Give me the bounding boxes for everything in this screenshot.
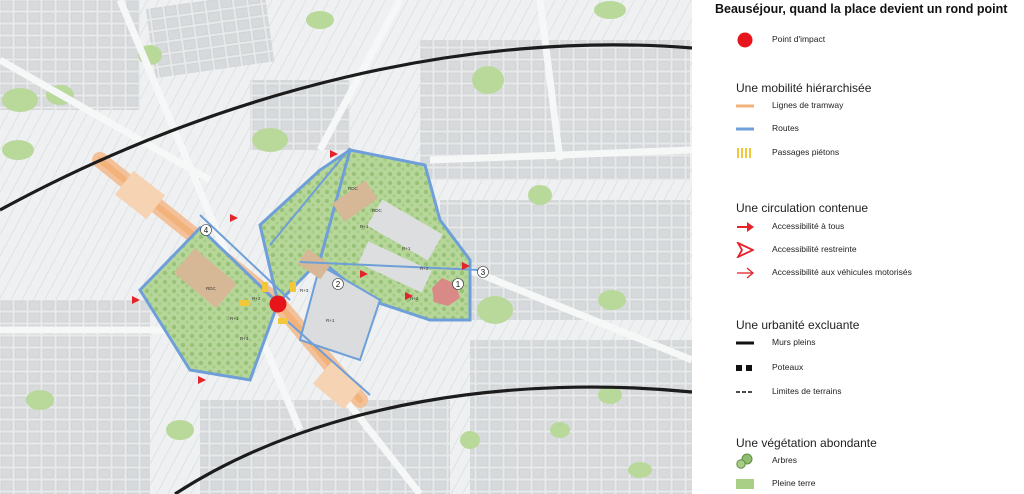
building-floor-label: R+3 [300,288,309,293]
legend-item-road: Routes [736,121,1016,137]
solid-wall-icon [736,341,754,345]
building-floor-label: R+1 [230,316,239,321]
legend-label-property-limit: Limites de terrains [772,386,842,396]
impact-point-marker[interactable] [269,295,287,313]
legend-label-road: Routes [772,123,799,133]
posts-icon [736,365,752,371]
legend-item-restricted-access: Accessibilité restreinte [736,242,1016,258]
block-number-label: 4 [204,226,209,235]
impact-point-icon [737,32,753,48]
legend-label-tram: Lignes de tramway [772,100,844,110]
building-floor-label: R+3 [240,336,249,341]
block-number-marker: 2 [332,278,344,290]
legend-item-open-ground: Pleine terre [736,476,1016,492]
building-floor-label: RDC [372,208,382,213]
building-floor-label: R+2 [252,296,261,301]
legend-label-posts: Poteaux [772,362,804,372]
legend-label-full-access: Accessibilité à tous [772,221,845,231]
legend-item-posts: Poteaux [736,360,1016,376]
restricted-access-arrow-icon [736,242,754,258]
legend-item-crosswalk: Passages piétons [736,145,1016,161]
legend-item-property-limit: Limites de terrains [736,384,1016,400]
tree-icon [736,453,753,469]
building-floor-label: R+1 [402,246,411,251]
legend-heading-circulation: Une circulation contenue [736,201,869,215]
crosswalk-icon [737,148,751,158]
building-floor-label: R+2 [410,296,419,301]
legend-heading-urbanite: Une urbanité excluante [736,318,860,332]
open-ground-icon [736,479,754,489]
building-floor-label: RDC [348,186,358,191]
building-floor-label: R+1 [326,318,335,323]
building-floor-label: R+2 [420,266,429,271]
full-access-arrow-icon [737,222,754,232]
legend-item-trees: Arbres [736,453,1016,469]
legend-label-crosswalk: Passages piétons [772,147,840,157]
map-panel[interactable]: RDC RDC RDC R+1 R+2 R+3 R+1 R+2 R+1 R+3 R+1 R+2 1 2 3… [0,0,692,494]
block-number-label: 1 [456,280,461,289]
legend-heading-vegetation: Une végétation abondante [736,436,877,450]
legend-heading-mobilite: Une mobilité hiérarchisée [736,81,872,95]
legend-label-solid-wall: Murs pleins [772,337,816,347]
legend-item-vehicle-access: Accessibilité aux véhicules motorisés [736,265,1016,281]
block-number-label: 2 [336,280,341,289]
road-line-icon [736,127,754,131]
building-floor-label: R+1 [360,224,369,229]
vehicle-access-arrow-icon [737,267,754,279]
legend-label-trees: Arbres [772,455,798,465]
property-limit-icon [736,391,754,393]
legend-item-full-access: Accessibilité à tous [736,219,1016,235]
legend-panel: Beauséjour, quand la place devient un ro… [692,0,1024,494]
tram-line-icon [736,104,754,108]
legend-item-solid-wall: Murs pleins [736,335,1016,351]
legend-item-tram: Lignes de tramway [736,98,1016,114]
block-number-marker: 1 [452,278,464,290]
legend-label-vehicle-access: Accessibilité aux véhicules motorisés [772,267,912,277]
legend-label-impact: Point d'impact [772,34,826,44]
block-number-marker: 3 [477,266,489,278]
building-floor-label: RDC [206,286,216,291]
site-plan-map[interactable]: RDC RDC RDC R+1 R+2 R+3 R+1 R+2 R+1 R+3 R+1 R+2 1 2 3… [0,0,692,494]
legend-label-restricted-access: Accessibilité restreinte [772,244,857,254]
legend-item-impact: Point d'impact [736,32,1016,48]
legend-title: Beauséjour, quand la place devient un ro… [715,2,1008,16]
legend-label-open-ground: Pleine terre [772,478,816,488]
block-number-marker: 4 [200,224,212,236]
block-number-label: 3 [481,268,486,277]
